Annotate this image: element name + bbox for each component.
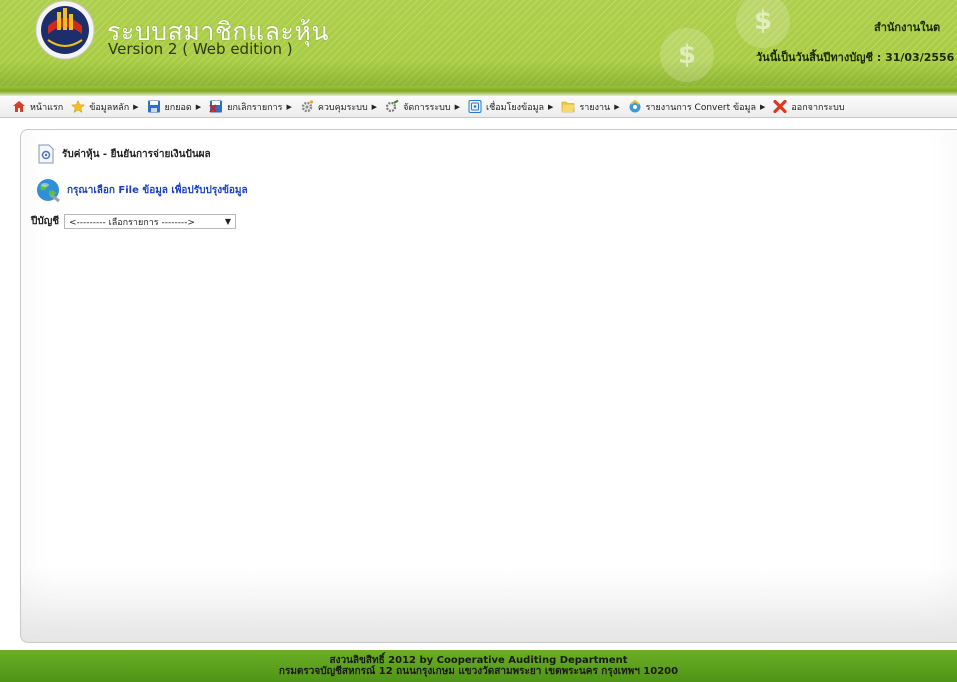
menu-item-label: รายงานการ Convert ข้อมูล — [645, 102, 757, 113]
submenu-arrow-icon: ▶ — [286, 102, 292, 111]
save-icon — [147, 100, 160, 113]
document-icon — [38, 144, 54, 164]
coin-watermark: $ — [660, 28, 714, 82]
menu-item-label: ข้อมูลหลัก — [89, 102, 130, 113]
globe-icon — [37, 179, 60, 203]
exit-icon — [773, 100, 788, 113]
gear-icon — [301, 100, 313, 113]
menu-item-cancel-transaction[interactable]: ยกเลิกรายการ ▶ — [209, 100, 292, 114]
menu-item-label: ยกเลิกรายการ — [227, 102, 283, 113]
submenu-arrow-icon: ▶ — [371, 102, 378, 111]
footer-copyright: สงวนลิขสิทธิ์ 2012 by Cooperative Auditi… — [329, 655, 628, 666]
menu-item-data-link[interactable]: เชื่อมโยงข้อมูล ▶ — [468, 100, 553, 114]
app-version: Version 2 ( Web edition ) — [108, 40, 293, 58]
menu-item-label: ควบคุมระบบ — [317, 102, 368, 113]
page-footer: สงวนลิขสิทธิ์ 2012 by Cooperative Auditi… — [0, 650, 957, 682]
menu-item-master-data[interactable]: ข้อมูลหลัก ▶ — [71, 100, 139, 114]
menu-item-system-control[interactable]: ควบคุมระบบ ▶ — [300, 100, 377, 114]
menu-item-label: จัดการระบบ — [403, 102, 451, 113]
coin-watermark: $ — [736, 0, 790, 48]
folder-icon — [562, 101, 575, 113]
select-file-link[interactable]: กรุณาเลือก File ข้อมูล เพื่อปรับปรุงข้อม… — [67, 183, 248, 198]
menu-item-carry-forward[interactable]: ยกยอด ▶ — [147, 100, 202, 114]
menu-item-label: รายงาน — [579, 102, 611, 113]
submenu-arrow-icon: ▶ — [614, 102, 620, 111]
submenu-arrow-icon: ▶ — [454, 102, 461, 111]
footer-address: กรมตรวจบัญชีสหกรณ์ 12 ถนนกรุงเกษม แขวงวั… — [278, 666, 679, 677]
menu-item-label: เชื่อมโยงข้อมูล — [486, 102, 545, 113]
app-header: $ $ ระบบสมาชิกและหุ้น Version 2 ( Web ed… — [0, 0, 957, 86]
submenu-arrow-icon: ▶ — [760, 102, 766, 111]
home-icon — [13, 101, 25, 112]
wrench-icon — [385, 100, 399, 113]
menu-item-logout[interactable]: ออกจากระบบ — [773, 100, 845, 114]
menu-item-system-management[interactable]: จัดการระบบ ▶ — [385, 100, 460, 114]
star-icon — [71, 100, 86, 113]
main-menu-bar: หน้าแรก ข้อมูลหลัก ▶ ยกยอด ▶ ยกเลิกรายกา… — [0, 96, 957, 118]
fiscal-year-select[interactable]: <--------- เลือกรายการ --------> ▼ — [64, 214, 237, 229]
chevron-down-icon: ▼ — [224, 217, 232, 226]
menu-item-convert-report[interactable]: รายงานการ Convert ข้อมูล ▶ — [628, 100, 766, 114]
menu-item-label: ยกยอด — [164, 102, 192, 113]
fas-logo — [35, 0, 95, 60]
link-icon — [468, 100, 482, 113]
office-name: สำนักงานในต — [874, 21, 941, 34]
cancel-save-icon — [209, 100, 223, 113]
menu-item-label: ออกจากระบบ — [791, 102, 845, 113]
submenu-arrow-icon: ▶ — [548, 102, 554, 111]
fiscal-year-row: ปีบัญชี <--------- เลือกรายการ -------->… — [31, 214, 237, 229]
convert-icon — [629, 100, 641, 113]
header-stripe — [0, 86, 957, 96]
file-select-row: กรุณาเลือก File ข้อมูล เพื่อปรับปรุงข้อม… — [35, 177, 248, 203]
page-title: รับค่าหุ้น - ยืนยันการจ่ายเงินปันผล — [62, 148, 211, 160]
fiscal-year-label: ปีบัญชี — [31, 216, 60, 227]
menu-item-label: หน้าแรก — [30, 102, 64, 113]
page-title-row: รับค่าหุ้น - ยืนยันการจ่ายเงินปันผล — [37, 144, 211, 164]
submenu-arrow-icon: ▶ — [133, 102, 139, 111]
content-panel: รับค่าหุ้น - ยืนยันการจ่ายเงินปันผล กรุณ… — [20, 129, 957, 643]
submenu-arrow-icon: ▶ — [195, 102, 202, 111]
fiscal-year-select-value: <--------- เลือกรายการ --------> — [69, 217, 195, 228]
menu-item-reports[interactable]: รายงาน ▶ — [561, 100, 620, 114]
fiscal-year-end-info: วันนี้เป็นวันสิ้นปีทางบัญชี : 31/03/2556 — [756, 51, 955, 64]
menu-item-home[interactable]: หน้าแรก — [12, 100, 63, 114]
